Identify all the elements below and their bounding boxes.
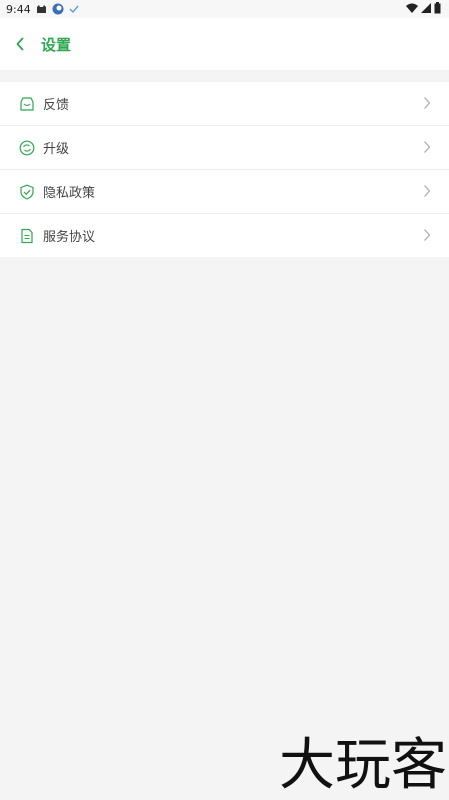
status-time: 9:44 <box>6 2 31 16</box>
settings-item-label: 反馈 <box>43 98 70 113</box>
watermark-text: 大玩客 <box>279 733 447 798</box>
settings-item-label: 升级 <box>43 142 70 157</box>
settings-item-label: 服务协议 <box>43 230 96 245</box>
settings-item-feedback[interactable]: 反馈 <box>0 82 449 126</box>
watermark-logo: 大玩客 <box>279 738 447 794</box>
app-notification-icon <box>52 3 64 15</box>
shield-check-icon <box>19 184 35 200</box>
chevron-left-icon <box>16 37 24 51</box>
signal-icon <box>421 2 431 13</box>
battery-icon <box>434 2 441 14</box>
wifi-icon <box>406 3 418 13</box>
chevron-right-icon <box>424 141 431 153</box>
chevron-right-icon <box>424 229 431 241</box>
document-icon <box>19 228 35 244</box>
page-title: 设置 <box>41 35 72 54</box>
feedback-icon <box>19 96 35 112</box>
back-button[interactable] <box>0 18 40 70</box>
status-bar: 9:44 <box>0 0 449 18</box>
chevron-right-icon <box>424 97 431 109</box>
settings-item-label: 隐私政策 <box>43 186 96 201</box>
check-notification-icon <box>69 5 79 14</box>
settings-list: 反馈 升级 隐私政策 服务协议 <box>0 82 449 257</box>
settings-item-privacy-policy[interactable]: 隐私政策 <box>0 170 449 214</box>
app-bar: 设置 <box>0 18 449 70</box>
chevron-right-icon <box>424 185 431 197</box>
settings-item-service-agreement[interactable]: 服务协议 <box>0 214 449 257</box>
settings-item-upgrade[interactable]: 升级 <box>0 126 449 170</box>
upgrade-icon <box>19 140 35 156</box>
cat-icon <box>36 5 46 13</box>
